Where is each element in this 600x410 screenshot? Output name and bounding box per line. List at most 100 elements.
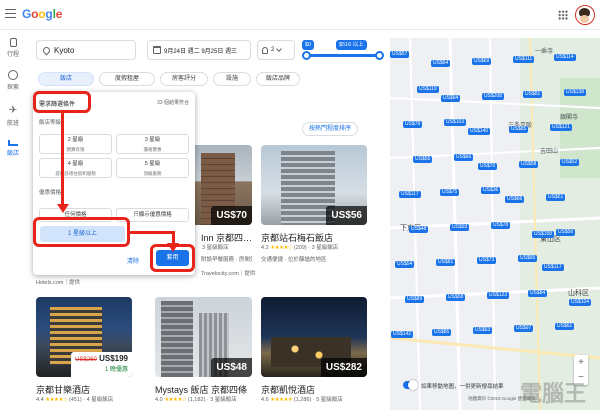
map-panel[interactable]: 一乘寺 下京区 東山区 銀閣寺 吉田山 三条京阪 山科区 US$57US$64U… xyxy=(390,38,600,410)
map-price-pin[interactable]: US$208 xyxy=(482,93,505,100)
apps-grid-icon[interactable] xyxy=(558,10,568,20)
map-price-pin[interactable]: US$158 xyxy=(532,231,555,238)
chip-amenities[interactable]: 設施 xyxy=(213,72,251,86)
rail-item-hotels[interactable]: 飯店 xyxy=(0,140,26,157)
calendar-icon xyxy=(153,46,161,54)
class-option-5-star[interactable]: 5 星級 頂級服務 xyxy=(116,158,189,178)
map-price-pin[interactable]: US$54 xyxy=(395,261,415,268)
price-tag: US$48 xyxy=(211,358,252,377)
map-price-pin[interactable]: US$65 xyxy=(518,255,538,262)
map-price-pin[interactable]: US$114 xyxy=(554,54,576,61)
slider-min-handle[interactable] xyxy=(302,51,311,60)
class-option-2-star[interactable]: 2 星級 預算有限 xyxy=(39,134,112,154)
map-price-pin[interactable]: US$73 xyxy=(477,257,497,264)
chip-hotel-brand[interactable]: 飯店品牌 xyxy=(256,72,300,86)
map-price-pin[interactable]: US$51 xyxy=(546,194,566,201)
map-update-toggle[interactable] xyxy=(403,380,418,390)
current-price: US$199 xyxy=(99,354,128,363)
booking-link[interactable]: Travelocity.com｜提供 xyxy=(201,269,255,277)
menu-icon[interactable] xyxy=(5,9,16,18)
map-price-pin[interactable]: US$56 xyxy=(556,229,576,236)
google-logo[interactable]: Google xyxy=(22,7,62,21)
sort-button[interactable]: 按熱門程度排序 xyxy=(302,122,359,136)
chip-vacation-rentals[interactable]: 度假租屋 xyxy=(99,72,155,86)
map-price-pin[interactable]: US$58 xyxy=(519,161,539,168)
map-price-pin[interactable]: US$78 xyxy=(491,222,511,229)
old-price: US$260 xyxy=(75,357,97,363)
map-price-pin[interactable]: US$123 xyxy=(487,292,510,299)
map-price-pin[interactable]: US$121 xyxy=(550,124,573,131)
map-price-pin[interactable]: US$75 xyxy=(440,189,460,196)
map-price-pin[interactable]: US$84 xyxy=(528,290,548,297)
map-label: 吉田山 xyxy=(540,149,559,155)
chip-guest-rating[interactable]: 房客評分 xyxy=(160,72,208,86)
map-price-pin[interactable]: US$85 xyxy=(509,126,529,133)
class-label: 2 星級 xyxy=(67,137,84,143)
map-price-pin[interactable]: US$66 xyxy=(505,196,525,203)
map-price-pin[interactable]: US$85 xyxy=(432,329,452,336)
map-price-pin[interactable]: US$119 xyxy=(417,86,439,93)
review-count: (1,286) xyxy=(293,397,312,403)
hotel-card[interactable]: US$56 京都站石梅石飯店 4.2 ★★★★☆ (209) · 3 星級飯店 … xyxy=(261,145,367,280)
hotel-rating: 3 星級飯店 xyxy=(202,243,229,251)
map-price-pin[interactable]: US$63 xyxy=(473,327,493,334)
rail-item-trips[interactable]: 行程 xyxy=(0,38,26,58)
highlight-arrow-line xyxy=(130,231,174,234)
booking-link[interactable]: Hotels.com｜提供 xyxy=(36,278,80,286)
map-price-pin[interactable]: US$103 xyxy=(444,119,467,126)
map-price-pin[interactable]: US$117 xyxy=(399,191,421,198)
avatar[interactable] xyxy=(575,5,595,25)
date-range-picker[interactable]: 9月24日 週二 9月25日 週三 xyxy=(147,40,251,60)
map-price-pin[interactable]: US$97 xyxy=(514,325,534,332)
map-price-pin[interactable]: US$70 xyxy=(478,163,498,170)
map-price-pin[interactable]: US$58 xyxy=(446,294,466,301)
price-range-slider[interactable]: $0 $516 以上 xyxy=(302,40,384,60)
map-price-pin[interactable]: US$55 xyxy=(413,156,433,163)
plane-icon: ✈ xyxy=(8,105,18,116)
map-price-pin[interactable]: US$104 xyxy=(569,299,592,306)
map-price-pin[interactable]: US$140 xyxy=(468,128,491,135)
map-price-pin[interactable]: US$36 xyxy=(481,187,501,194)
hotel-card[interactable]: US$48 Mystays 飯店 京都四條 4.0 ★★★★☆ (1,182) … xyxy=(155,297,252,409)
hotel-card[interactable]: US$282 京都凱悅酒店 4.6 ★★★★★ (1,286) · 5 星級飯店 xyxy=(261,297,367,409)
star-icons: ★★★★★ xyxy=(270,397,293,403)
class-option-3-star[interactable]: 3 星級 價格實惠 xyxy=(116,134,189,154)
hotel-card[interactable]: US$260 US$199 1 晚優惠 京都甘樂酒店 4.4 ★★★★☆ (45… xyxy=(36,297,132,409)
rail-label: 航班 xyxy=(6,121,19,127)
map-price-pin[interactable]: US$52 xyxy=(560,159,580,166)
location-input[interactable]: Kyoto xyxy=(36,40,136,60)
map-price-pin[interactable]: US$69 xyxy=(472,58,492,65)
map-price-pin[interactable]: US$138 xyxy=(564,89,587,96)
zoom-in-icon[interactable]: + xyxy=(574,355,588,370)
bed-icon xyxy=(8,140,18,146)
class-sub: 價格實惠 xyxy=(143,147,162,152)
map-price-pin[interactable]: US$64 xyxy=(431,60,451,67)
map-price-pin[interactable]: US$117 xyxy=(542,264,564,271)
map-price-pin[interactable]: US$142 xyxy=(391,331,414,338)
star-icons: ★★★★☆ xyxy=(45,397,68,403)
map-price-pin[interactable]: US$111 xyxy=(513,56,535,63)
map-price-pin[interactable]: US$66 xyxy=(454,154,474,161)
map-price-pin[interactable]: US$81 xyxy=(523,91,543,98)
chip-hotels[interactable]: 飯店 xyxy=(38,72,94,86)
guest-count-select[interactable]: 2 xyxy=(257,40,295,60)
rail-item-explore[interactable]: 探索 xyxy=(0,70,26,91)
map-price-pin[interactable]: US$89 xyxy=(405,296,425,303)
rating-value: 4.2 xyxy=(261,245,269,251)
rail-item-flights[interactable]: ✈ 航班 xyxy=(0,105,26,128)
map-price-pin[interactable]: US$61 xyxy=(555,323,575,330)
price-tag: US$282 xyxy=(320,358,367,377)
map-price-pin[interactable]: US$93 xyxy=(450,224,470,231)
slider-max-handle[interactable] xyxy=(375,51,384,60)
map-price-pin[interactable]: US$81 xyxy=(436,259,456,266)
map-price-pin[interactable]: US$78 xyxy=(403,121,423,128)
map-price-pin[interactable]: US$64 xyxy=(441,95,461,102)
chevron-down-icon xyxy=(276,46,283,52)
map-price-pin[interactable]: US$48 xyxy=(409,226,429,233)
price-min-badge: $0 xyxy=(302,40,315,50)
clear-button[interactable]: 清除 xyxy=(127,256,139,265)
class-option-4-star[interactable]: 4 星級 提供舒適住宿和服務 xyxy=(39,158,112,178)
hotel-photo: US$56 xyxy=(261,145,367,225)
map-price-pin[interactable]: US$57 xyxy=(390,51,410,58)
rail-label: 飯店 xyxy=(6,151,19,157)
